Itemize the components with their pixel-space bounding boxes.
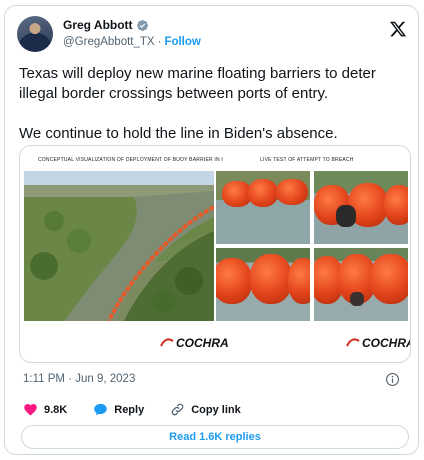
tweet-paragraph-1: Texas will deploy new marine floating ba… bbox=[19, 65, 376, 102]
author-name[interactable]: Greg Abbott bbox=[63, 18, 133, 32]
tweet-media[interactable]: CONCEPTUAL VISUALIZATION OF DEPLOYMENT O… bbox=[19, 145, 411, 363]
follow-button[interactable]: Follow bbox=[164, 36, 200, 48]
copy-link-button[interactable]: Copy link bbox=[170, 402, 241, 417]
tweet-header: Greg Abbott @GregAbbott_TX · Follow bbox=[17, 16, 409, 56]
cochran-logo-right: COCHRAN bbox=[346, 336, 410, 350]
copy-link-label: Copy link bbox=[191, 403, 241, 416]
brand-text-right: COCHRAN bbox=[362, 336, 410, 350]
reply-button[interactable]: Reply bbox=[93, 402, 144, 417]
handle-separator: · bbox=[157, 36, 162, 48]
cochran-logo-left: COCHRA bbox=[160, 336, 229, 350]
read-replies-button[interactable]: Read 1.6K replies bbox=[21, 425, 409, 449]
buoy-image-3 bbox=[216, 248, 310, 321]
tweet-card: Greg Abbott @GregAbbott_TX · Follow Texa… bbox=[4, 5, 419, 455]
like-count: 9.8K bbox=[44, 403, 68, 416]
avatar[interactable] bbox=[17, 16, 53, 52]
river-scene bbox=[24, 171, 214, 321]
buoy-image-4 bbox=[314, 248, 408, 321]
link-icon bbox=[171, 403, 184, 416]
swoosh-icon bbox=[346, 338, 360, 347]
buoy-image-1 bbox=[216, 171, 310, 244]
verified-badge-icon bbox=[136, 19, 148, 31]
buoy-test-images bbox=[216, 171, 408, 321]
tweet-time: 1:11 PM bbox=[23, 373, 65, 385]
tweet-timestamp[interactable]: 1:11 PM · Jun 9, 2023 bbox=[23, 373, 135, 385]
reply-label: Reply bbox=[114, 403, 145, 416]
tweet-text: Texas will deploy new marine floating ba… bbox=[19, 64, 411, 144]
x-logo-icon[interactable] bbox=[389, 20, 407, 38]
reply-bubble-icon bbox=[94, 403, 107, 416]
handle-row: @GregAbbott_TX · Follow bbox=[63, 36, 201, 48]
tweet-date: Jun 9, 2023 bbox=[75, 373, 136, 385]
heart-icon bbox=[24, 404, 37, 416]
action-bar: 9.8K Reply Copy link bbox=[23, 402, 267, 417]
media-caption-right: LIVE TEST OF ATTEMPT TO BREACH bbox=[260, 157, 354, 163]
info-icon[interactable] bbox=[385, 372, 400, 387]
river-aerial-image bbox=[24, 171, 214, 321]
brand-text-left: COCHRA bbox=[176, 336, 229, 350]
like-button[interactable]: 9.8K bbox=[23, 402, 67, 417]
swoosh-icon bbox=[160, 338, 174, 347]
timestamp-separator: · bbox=[68, 373, 73, 385]
media-caption-left: CONCEPTUAL VISUALIZATION OF DEPLOYMENT O… bbox=[38, 157, 223, 163]
tweet-paragraph-2: We continue to hold the line in Biden's … bbox=[19, 125, 338, 142]
buoy-image-2 bbox=[314, 171, 408, 244]
author-handle[interactable]: @GregAbbott_TX bbox=[63, 36, 155, 48]
author-name-row: Greg Abbott bbox=[63, 18, 149, 32]
